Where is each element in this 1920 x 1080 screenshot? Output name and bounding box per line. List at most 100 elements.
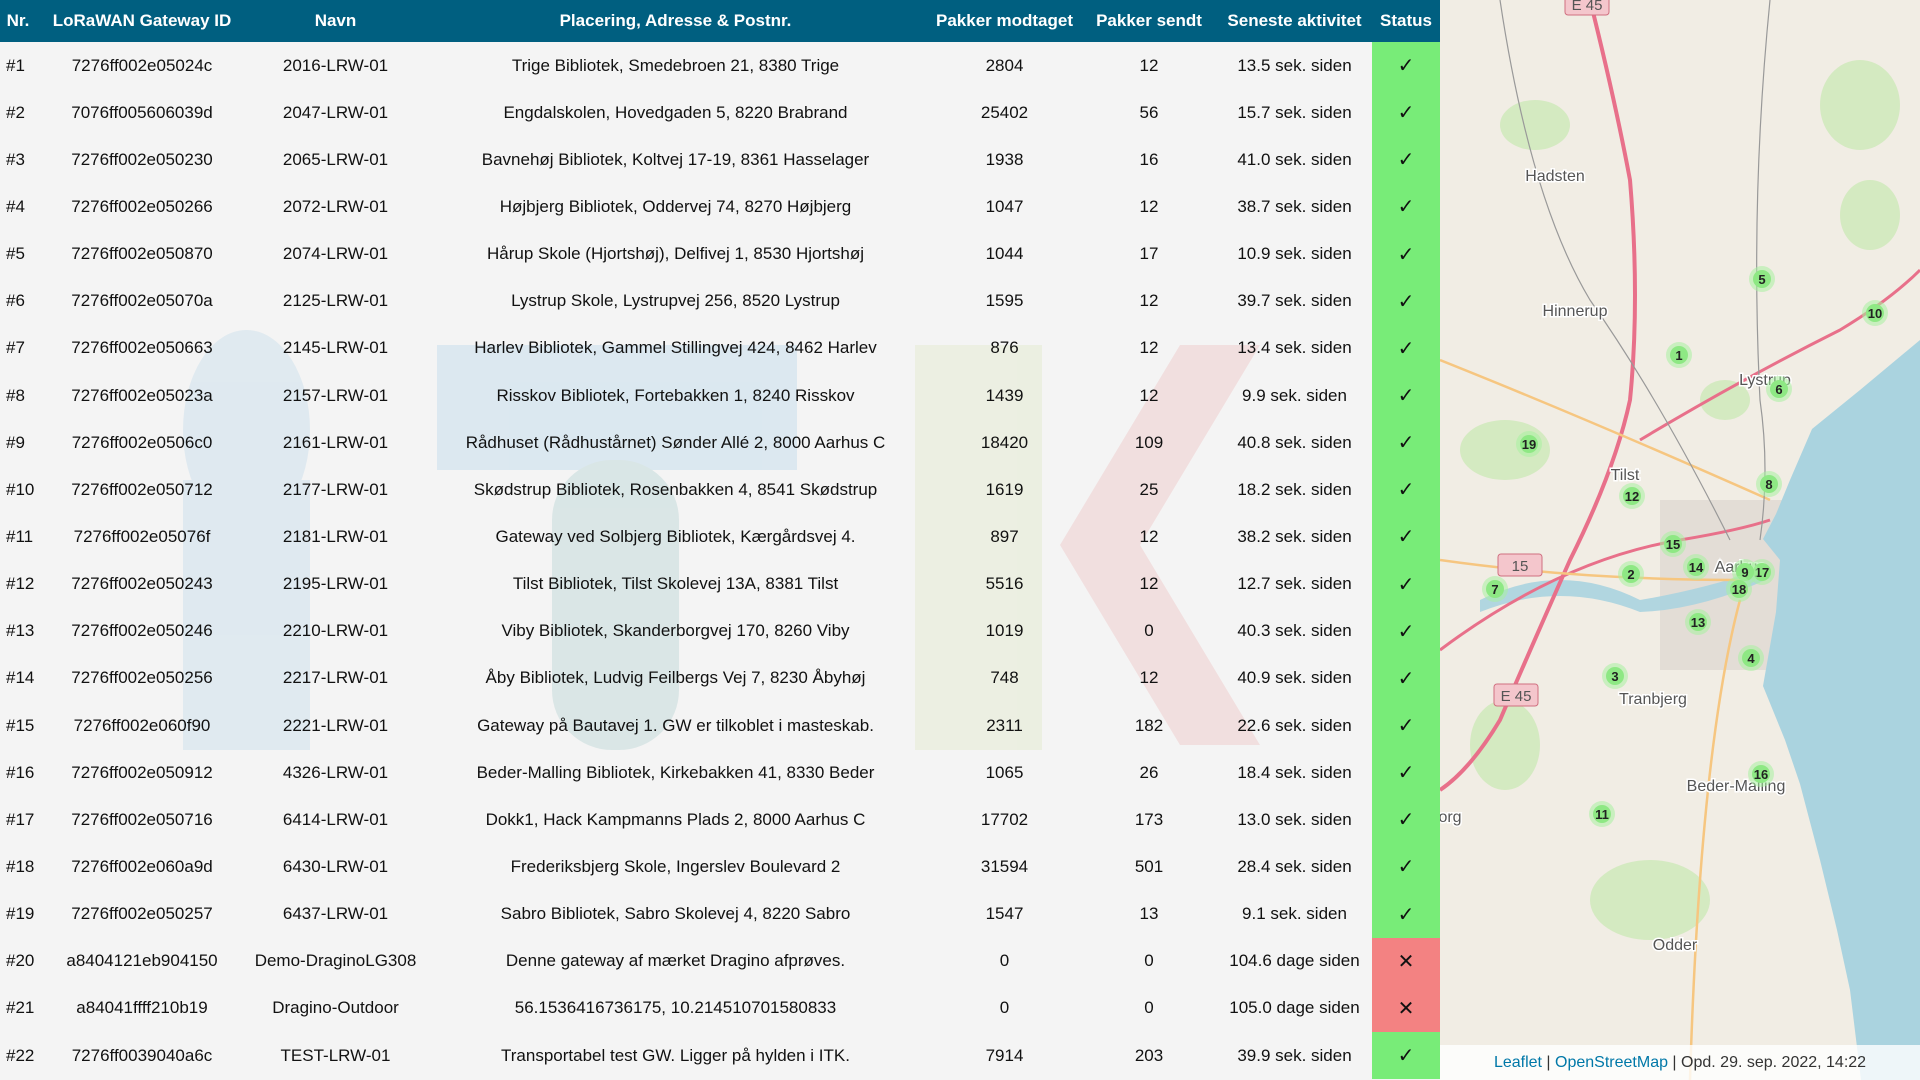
column-header: Seneste aktivitet [1217, 0, 1372, 42]
gateway-name: 2145-LRW-01 [282, 338, 389, 358]
status-check-icon: ✓ [1372, 183, 1440, 231]
gateway-name: 6414-LRW-01 [282, 809, 389, 829]
gateway-table-panel: Nr. LoRaWAN Gateway ID Navn Placering, Adre… [0, 0, 1440, 1080]
table-row: #3 7276ff002e050230 2065-LRW-01 Bavnehøj Bi… [0, 136, 1440, 184]
svg-text:15: 15 [1666, 537, 1680, 552]
gateway-marker[interactable]: 15 [1660, 531, 1686, 557]
gateway-marker[interactable]: 10 [1862, 300, 1888, 326]
packets-sent: 13 [1139, 904, 1159, 924]
packets-received: 7914 [985, 1045, 1024, 1065]
row-number: #19 [6, 904, 35, 924]
gateway-marker[interactable]: 6 [1766, 376, 1792, 402]
gateway-name: 2047-LRW-01 [282, 102, 389, 122]
gateway-name: 6430-LRW-01 [282, 856, 389, 876]
last-activity: 15.7 sek. siden [1237, 102, 1352, 122]
separator: | [1667, 1054, 1682, 1071]
gateway-marker[interactable]: 14 [1683, 554, 1709, 580]
packets-sent: 26 [1139, 762, 1159, 782]
packets-sent: 0 [1144, 621, 1154, 641]
packets-received: 18420 [980, 432, 1029, 452]
last-activity: 38.2 sek. siden [1237, 526, 1352, 546]
gateway-marker[interactable]: 4 [1738, 645, 1764, 671]
gateway-id: 7276ff002e050870 [71, 244, 213, 264]
svg-text:10: 10 [1868, 306, 1882, 321]
openstreetmap-link[interactable]: OpenStreetMap [1555, 1054, 1668, 1071]
packets-sent: 173 [1134, 809, 1164, 829]
gateway-id: 7276ff002e050663 [71, 338, 213, 358]
packets-sent: 0 [1144, 951, 1154, 971]
packets-sent: 12 [1139, 196, 1159, 216]
packets-received: 748 [990, 668, 1019, 688]
gateway-location: Bavnehøj Bibliotek, Koltvej 17-19, 8361 … [481, 149, 870, 169]
status-check-icon: ✓ [1372, 607, 1440, 655]
last-activity: 13.0 sek. siden [1237, 809, 1352, 829]
packets-sent: 12 [1139, 526, 1159, 546]
last-activity: 104.6 dage siden [1229, 951, 1360, 971]
gateway-marker[interactable]: 8 [1756, 471, 1782, 497]
svg-text:2: 2 [1627, 567, 1634, 582]
gateway-id: 7276ff002e050246 [71, 621, 213, 641]
gateway-location: Harlev Bibliotek, Gammel Stillingvej 424… [474, 338, 877, 358]
gateway-name: 2157-LRW-01 [282, 385, 389, 405]
last-activity: 10.9 sek. siden [1237, 244, 1352, 264]
status-check-icon: ✓ [1372, 324, 1440, 372]
gateway-marker[interactable]: 1 [1666, 342, 1692, 368]
gateway-marker[interactable]: 19 [1516, 431, 1542, 457]
last-activity: 13.5 sek. siden [1237, 55, 1352, 75]
forest-area [1470, 700, 1540, 790]
packets-received: 1019 [985, 621, 1024, 641]
gateway-location: Dokk1, Hack Kampmanns Plads 2, 8000 Aarh… [485, 809, 866, 829]
gateway-name: Demo-DraginoLG308 [254, 951, 417, 971]
forest-area [1840, 180, 1900, 250]
gateway-marker[interactable]: 3 [1602, 663, 1628, 689]
gateway-location: Højbjerg Bibliotek, Oddervej 74, 8270 Hø… [499, 196, 852, 216]
gateway-marker[interactable]: 16 [1748, 761, 1774, 787]
packets-sent: 12 [1139, 291, 1159, 311]
packets-received: 2804 [985, 55, 1024, 75]
packets-received: 1619 [985, 479, 1024, 499]
gateway-location: Viby Bibliotek, Skanderborgvej 170, 8260… [501, 621, 850, 641]
place-label: Hinnerup [1543, 303, 1608, 320]
packets-received: 876 [990, 338, 1019, 358]
gateway-marker[interactable]: 5 [1749, 266, 1775, 292]
gateway-marker[interactable]: 2 [1618, 561, 1644, 587]
status-check-icon: ✓ [1372, 513, 1440, 561]
map[interactable]: E 45 15 E 45 Hadsten Hinnerup Tranbjerg Beder-… [1440, 0, 1920, 1080]
packets-sent: 109 [1134, 432, 1164, 452]
row-number: #8 [6, 385, 25, 405]
packets-received: 1547 [985, 904, 1024, 924]
table-row: #7 7276ff002e050663 2145-LRW-01 Harlev Bibl… [0, 324, 1440, 372]
svg-text:8: 8 [1765, 477, 1772, 492]
last-activity: 9.1 sek. siden [1242, 904, 1347, 924]
row-number: #11 [6, 526, 34, 546]
packets-received: 897 [990, 526, 1019, 546]
packets-sent: 12 [1139, 574, 1159, 594]
table-row: #6 7276ff002e05070a 2125-LRW-01 Lystrup Sko… [0, 277, 1440, 325]
table-row: #13 7276ff002e050246 2210-LRW-01 Viby Bibli… [0, 607, 1440, 655]
map-tiles[interactable]: E 4515E 45HadstenHinnerupTranbjergBeder-… [1440, 0, 1920, 1080]
last-activity: 18.4 sek. siden [1237, 762, 1352, 782]
row-number: #2 [6, 102, 25, 122]
row-number: #22 [6, 1045, 35, 1065]
gateway-name: 2072-LRW-01 [282, 196, 389, 216]
leaflet-link[interactable]: Leaflet [1494, 1054, 1542, 1071]
packets-received: 5516 [985, 574, 1024, 594]
gateway-marker[interactable]: 18 [1726, 576, 1752, 602]
packets-received: 31594 [980, 856, 1029, 876]
svg-text:11: 11 [1595, 807, 1609, 822]
status-check-icon: ✓ [1372, 654, 1440, 702]
gateway-id: 7276ff002e05024c [71, 55, 213, 75]
last-activity: 9.9 sek. siden [1242, 385, 1347, 405]
gateway-location: Tilst Bibliotek, Tilst Skolevej 13A, 838… [512, 574, 839, 594]
row-number: #5 [6, 244, 25, 264]
gateway-marker[interactable]: 7 [1482, 576, 1508, 602]
row-number: #7 [6, 338, 25, 358]
gateway-name: 2217-LRW-01 [282, 668, 389, 688]
table-row: #14 7276ff002e050256 2217-LRW-01 Åby Biblio… [0, 654, 1440, 702]
gateway-marker[interactable]: 11 [1589, 801, 1615, 827]
gateway-marker[interactable]: 13 [1685, 609, 1711, 635]
gateway-name: 2065-LRW-01 [282, 149, 389, 169]
gateway-id: 7276ff002e050230 [71, 149, 213, 169]
gateway-marker[interactable]: 12 [1619, 483, 1645, 509]
packets-received: 0 [999, 951, 1010, 971]
